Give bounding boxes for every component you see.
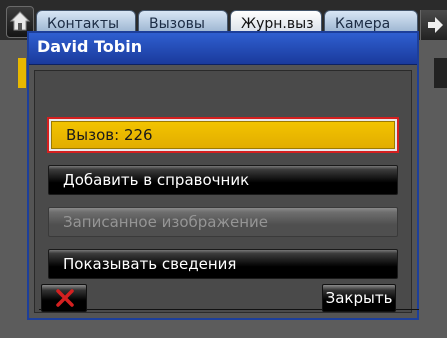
contact-options-dialog: David Tobin Вызов: 226 Добавить в справо… <box>27 31 419 320</box>
options-panel: Вызов: 226 Добавить в справочник Записан… <box>34 70 419 313</box>
tab-scroll-right-button[interactable] <box>420 10 447 40</box>
arrow-right-icon <box>428 17 443 33</box>
background-scroll-edge <box>434 58 447 88</box>
option-show-details[interactable]: Показывать сведения <box>48 249 398 279</box>
close-x-icon <box>56 289 74 307</box>
background-selected-item <box>18 58 26 88</box>
dialog-title: David Tobin <box>37 37 143 56</box>
home-icon <box>9 11 31 31</box>
option-call-selected[interactable]: Вызов: 226 <box>47 117 399 153</box>
dialog-titlebar: David Tobin <box>29 33 417 65</box>
cancel-button[interactable] <box>41 284 87 312</box>
option-call-label: Вызов: 226 <box>51 121 395 149</box>
close-button[interactable]: Закрыть <box>322 284 396 312</box>
option-add-to-phonebook[interactable]: Добавить в справочник <box>48 165 398 195</box>
option-recorded-image: Записанное изображение <box>48 207 398 237</box>
